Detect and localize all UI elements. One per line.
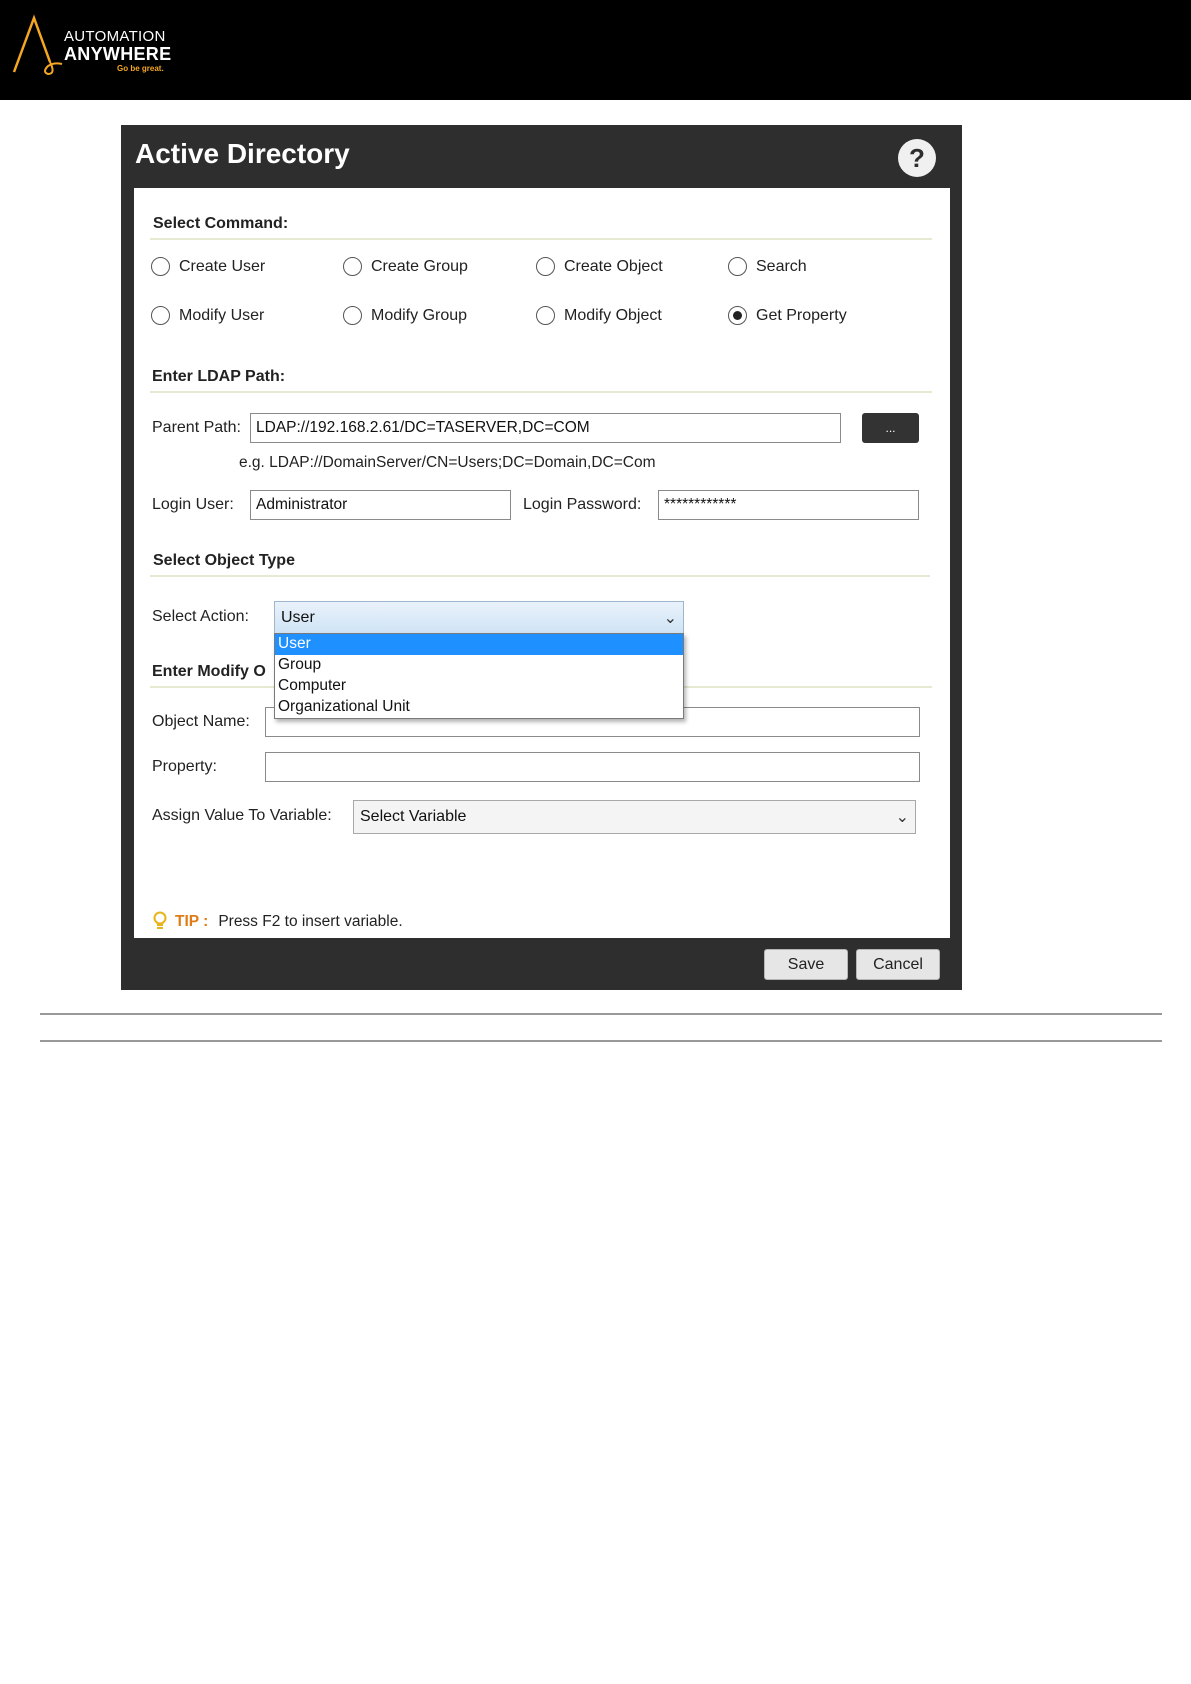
select-action-value: User: [281, 609, 315, 626]
active-directory-dialog: Active Directory ? Select Command: Creat…: [121, 125, 962, 990]
radio-label: Create User: [179, 257, 266, 275]
radio-label: Modify Group: [371, 306, 468, 324]
login-password-input[interactable]: [658, 490, 919, 520]
radio-circle-selected[interactable]: [728, 306, 747, 325]
radio-modify-group[interactable]: Modify Group: [343, 306, 467, 325]
login-password-label: Login Password:: [523, 496, 642, 513]
ldap-example-hint: e.g. LDAP://DomainServer/CN=Users;DC=Dom…: [239, 454, 656, 471]
login-user-input[interactable]: [250, 490, 511, 520]
radio-circle[interactable]: [151, 306, 170, 325]
select-command-title: Select Command:: [153, 215, 289, 232]
brand-tagline: Go be great.: [117, 64, 164, 73]
modify-section-title: Enter Modify O: [152, 663, 266, 680]
select-action-dropdown[interactable]: User ⌄: [274, 601, 684, 635]
tip-label: TIP :: [175, 913, 209, 930]
section-divider: [150, 238, 932, 240]
dropdown-option-group[interactable]: Group: [275, 655, 683, 676]
login-user-label: Login User:: [152, 496, 234, 513]
chevron-down-icon: ⌄: [895, 809, 909, 826]
property-label: Property:: [152, 758, 217, 775]
radio-create-object[interactable]: Create Object: [536, 257, 663, 276]
horizontal-divider: [40, 1013, 1162, 1015]
dropdown-option-user[interactable]: User: [275, 634, 683, 655]
radio-circle[interactable]: [343, 306, 362, 325]
object-name-label: Object Name:: [152, 713, 250, 730]
radio-modify-user[interactable]: Modify User: [151, 306, 264, 325]
assign-variable-value: Select Variable: [360, 808, 467, 825]
radio-modify-object[interactable]: Modify Object: [536, 306, 662, 325]
radio-label: Create Object: [564, 257, 663, 275]
radio-search[interactable]: Search: [728, 257, 807, 276]
object-type-title: Select Object Type: [153, 552, 295, 569]
radio-create-group[interactable]: Create Group: [343, 257, 468, 276]
brand-logo: AUTOMATION ANYWHERE Go be great.: [10, 14, 220, 78]
horizontal-divider: [40, 1040, 1162, 1042]
select-action-label: Select Action:: [152, 608, 249, 625]
radio-label: Search: [756, 257, 807, 275]
ldap-section-title: Enter LDAP Path:: [152, 368, 286, 385]
brand-header: AUTOMATION ANYWHERE Go be great.: [0, 0, 1191, 100]
brand-line1: AUTOMATION: [64, 28, 166, 45]
radio-label: Get Property: [756, 306, 847, 324]
select-action-options-list[interactable]: User Group Computer Organizational Unit: [274, 633, 684, 719]
browse-button[interactable]: ...: [862, 413, 919, 443]
help-icon[interactable]: ?: [898, 139, 936, 177]
dialog-panel: Select Command: Create User Create Group…: [134, 188, 950, 938]
brand-line2: ANYWHERE: [64, 44, 172, 64]
radio-label: Create Group: [371, 257, 468, 275]
section-divider: [150, 391, 932, 393]
dialog-title: Active Directory: [135, 138, 350, 169]
assign-variable-label: Assign Value To Variable:: [152, 807, 332, 824]
tip-line: TIP : Press F2 to insert variable.: [153, 911, 403, 933]
brand-logo-icon: [12, 14, 63, 76]
radio-circle[interactable]: [343, 257, 362, 276]
section-divider: [150, 575, 930, 577]
radio-circle[interactable]: [536, 257, 555, 276]
radio-get-property[interactable]: Get Property: [728, 306, 847, 325]
parent-path-label: Parent Path:: [152, 419, 241, 436]
tip-text: Press F2 to insert variable.: [218, 913, 403, 930]
save-button[interactable]: Save: [764, 949, 848, 980]
property-input[interactable]: [265, 752, 920, 782]
radio-circle[interactable]: [536, 306, 555, 325]
chevron-down-icon: ⌄: [663, 610, 677, 627]
dropdown-option-organizational-unit[interactable]: Organizational Unit: [275, 697, 683, 718]
radio-create-user[interactable]: Create User: [151, 257, 265, 276]
radio-label: Modify Object: [564, 306, 662, 324]
radio-label: Modify User: [179, 306, 265, 324]
parent-path-input[interactable]: [250, 413, 841, 443]
lightbulb-icon: [153, 911, 167, 929]
radio-circle[interactable]: [151, 257, 170, 276]
assign-variable-dropdown[interactable]: Select Variable ⌄: [353, 800, 916, 834]
radio-circle[interactable]: [728, 257, 747, 276]
cancel-button[interactable]: Cancel: [856, 949, 940, 980]
dropdown-option-computer[interactable]: Computer: [275, 676, 683, 697]
